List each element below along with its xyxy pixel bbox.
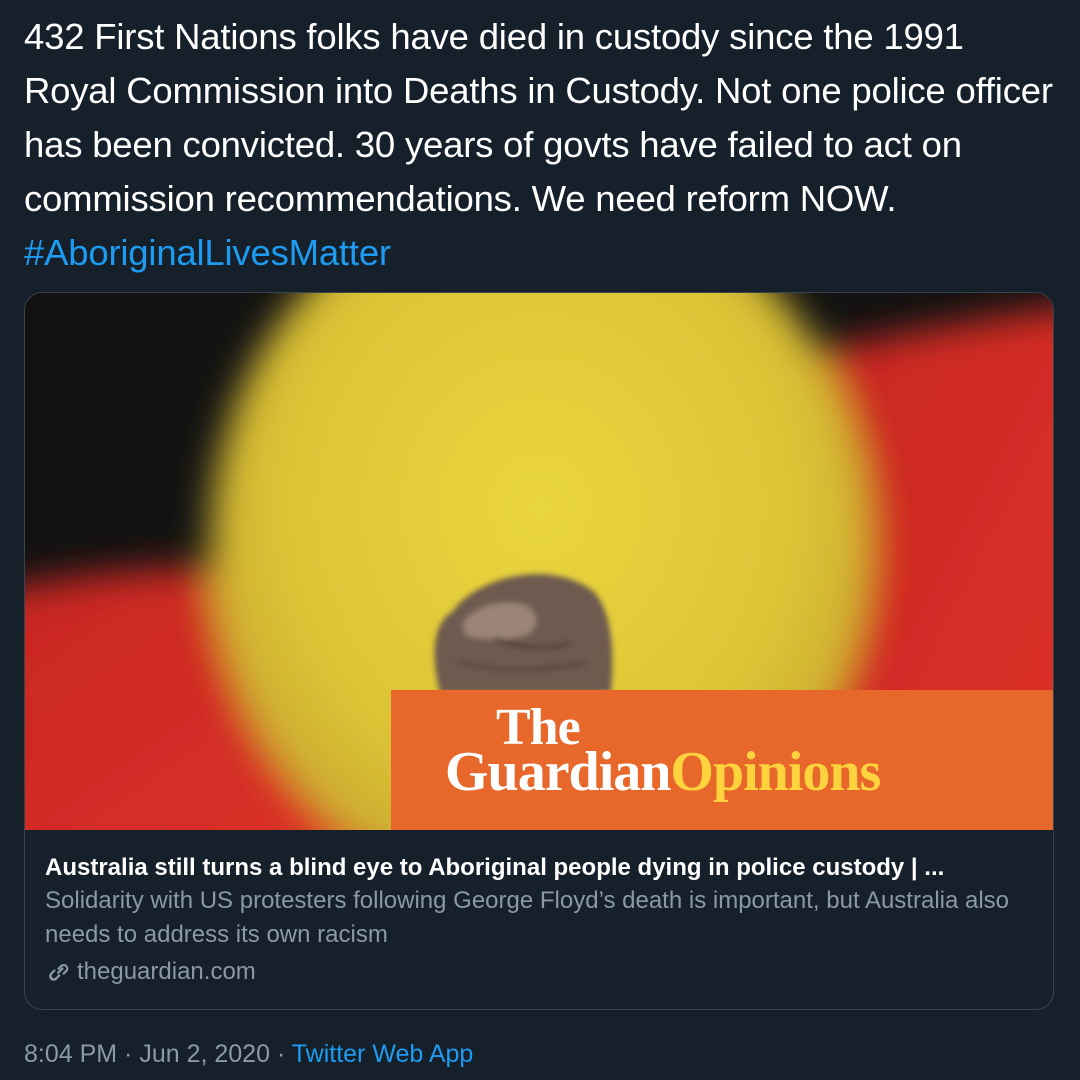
link-preview-card[interactable]: The GuardianOpinions Australia still tur… — [24, 292, 1054, 1010]
card-image[interactable]: The GuardianOpinions — [25, 293, 1053, 830]
tweet-text: 432 First Nations folks have died in cus… — [24, 10, 1064, 280]
hashtag-link[interactable]: #AboriginalLivesMatter — [24, 232, 391, 273]
guardian-opinions-banner: The GuardianOpinions — [391, 690, 1053, 830]
meta-separator: · — [117, 1040, 140, 1068]
tweet-date[interactable]: Jun 2, 2020 — [139, 1040, 270, 1068]
tweet-body: 432 First Nations folks have died in cus… — [24, 16, 1053, 219]
tweet-meta: 8:04 PM · Jun 2, 2020 · Twitter Web App — [24, 1036, 473, 1072]
card-description: Solidarity with US protesters following … — [45, 887, 1010, 948]
tweet-source[interactable]: Twitter Web App — [292, 1040, 474, 1068]
brand-guardian: Guardian — [445, 741, 671, 803]
card-body[interactable]: Australia still turns a blind eye to Abo… — [25, 830, 1053, 1009]
domain-text[interactable]: theguardian.com — [77, 954, 256, 990]
card-domain[interactable]: theguardian.com — [45, 954, 1035, 990]
card-title[interactable]: Australia still turns a blind eye to Abo… — [45, 852, 1035, 884]
link-icon — [45, 958, 73, 986]
tweet-time[interactable]: 8:04 PM — [24, 1040, 117, 1068]
brand-guardian-opinions: GuardianOpinions — [445, 741, 881, 803]
meta-separator: · — [270, 1040, 292, 1068]
brand-opinions: Opinions — [670, 741, 881, 803]
